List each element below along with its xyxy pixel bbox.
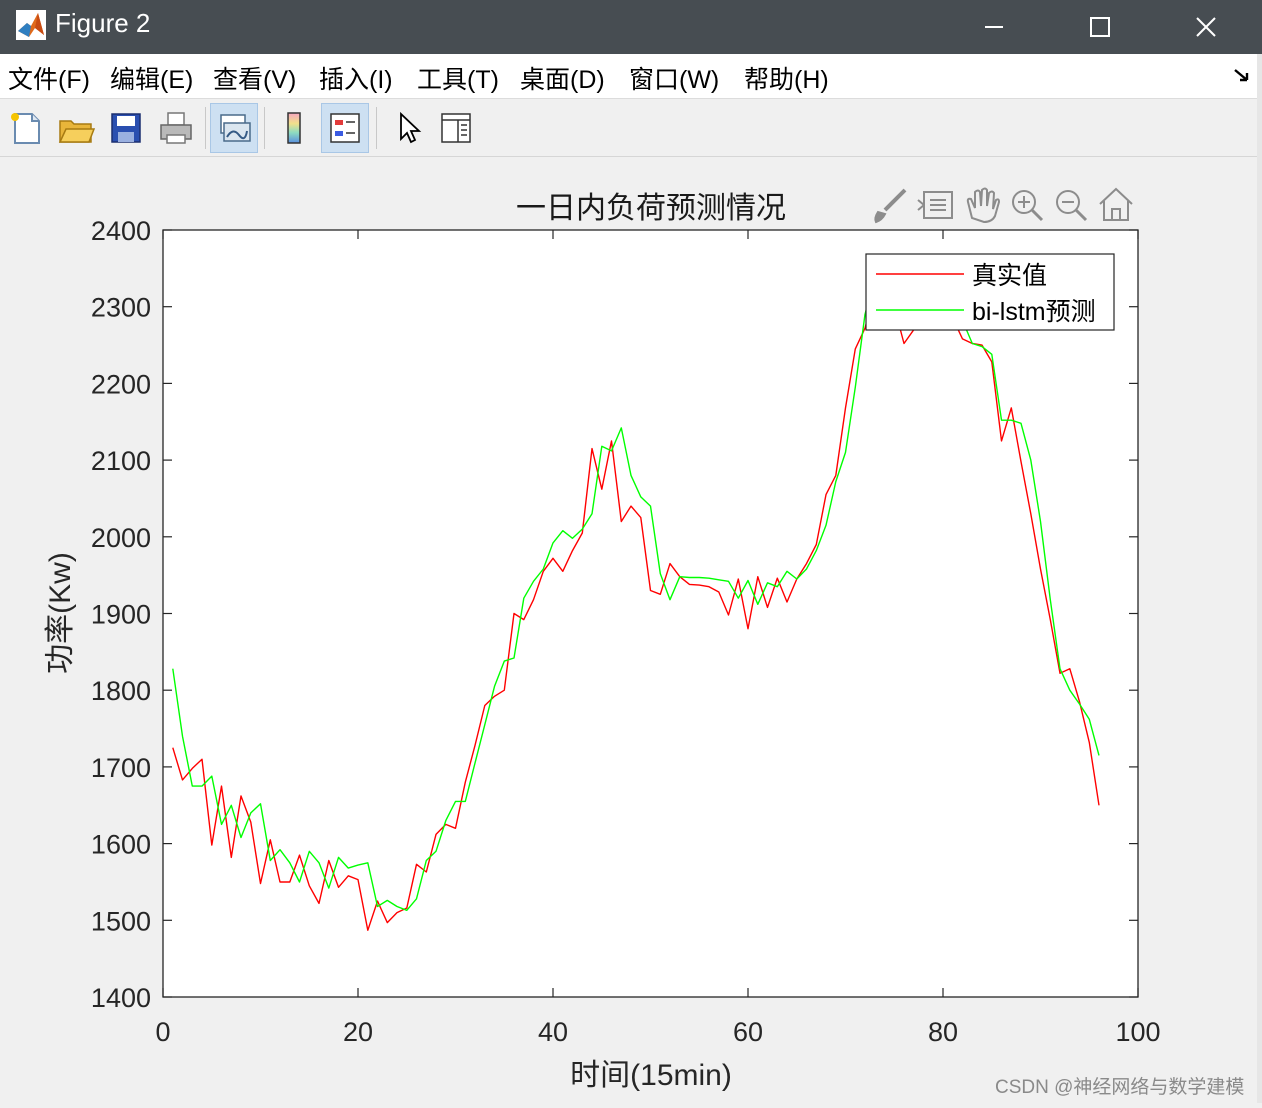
print-button[interactable] — [152, 103, 200, 153]
new-figure-icon — [11, 113, 40, 144]
x-tick-label: 100 — [1115, 1017, 1160, 1047]
figure-toolbar — [0, 99, 1262, 157]
y-axis-label: 功率(Kw) — [44, 552, 77, 674]
legend-label-pred: bi-lstm预测 — [972, 298, 1096, 326]
zoom-out-icon[interactable] — [1056, 190, 1088, 222]
x-tick-label: 0 — [155, 1017, 170, 1047]
brush-icon[interactable] — [874, 188, 907, 224]
open-file-button[interactable] — [52, 103, 100, 153]
pointer-button[interactable] — [383, 103, 431, 153]
menu-insert[interactable]: 插入(I) — [319, 60, 393, 96]
minimize-button[interactable] — [942, 0, 1046, 54]
window-title: Figure 2 — [55, 8, 151, 38]
y-tick-label: 2400 — [91, 216, 151, 246]
legend-label-real: 真实值 — [972, 262, 1047, 290]
save-icon — [111, 113, 141, 143]
maximize-icon — [1090, 17, 1110, 37]
property-editor-icon — [441, 113, 471, 143]
dock-arrow-icon[interactable] — [1232, 66, 1252, 86]
y-tick-label: 1500 — [91, 906, 151, 936]
axes-toolbar — [874, 187, 1133, 224]
figure-canvas: 1400 1500 1600 1700 1800 1900 2000 2100 2200 2300… — [0, 157, 1262, 1103]
menu-bar: 文件(F) 编辑(E) 查看(V) 插入(I) 工具(T) 桌面(D) 窗口(W… — [0, 54, 1262, 99]
link-plot-button[interactable] — [210, 103, 258, 153]
save-button[interactable] — [102, 103, 150, 153]
toolbar-separator — [205, 107, 206, 149]
legend[interactable]: 真实值 bi-lstm预测 — [865, 253, 1115, 331]
y-tick-label: 1600 — [91, 830, 151, 860]
x-tick-label: 60 — [733, 1017, 763, 1047]
property-editor-button[interactable] — [432, 103, 480, 153]
menu-window[interactable]: 窗口(W) — [629, 60, 719, 96]
chart-title: 一日内负荷预测情况 — [516, 191, 786, 226]
menu-view[interactable]: 查看(V) — [213, 60, 296, 96]
y-tick-label: 2100 — [91, 446, 151, 476]
home-icon[interactable] — [1099, 187, 1133, 221]
y-tick-label: 2300 — [91, 293, 151, 323]
pan-icon[interactable] — [966, 187, 1001, 224]
window-titlebar: Figure 2 — [0, 0, 1262, 54]
minimize-icon — [985, 26, 1003, 28]
print-icon — [160, 112, 192, 144]
toolbar-separator — [376, 107, 377, 149]
y-tick-label: 2000 — [91, 523, 151, 553]
close-icon — [1196, 17, 1216, 37]
colorbar-button[interactable] — [270, 103, 318, 153]
y-tick-label: 1400 — [91, 983, 151, 1013]
matlab-icon — [16, 10, 46, 40]
data-tip-icon[interactable] — [917, 191, 953, 219]
line-chart: 1400 1500 1600 1700 1800 1900 2000 2100 2200 2300… — [44, 187, 1161, 1092]
legend-button[interactable] — [321, 103, 369, 153]
x-tick-label: 40 — [538, 1017, 568, 1047]
maximize-button[interactable] — [1048, 0, 1152, 54]
pointer-icon — [400, 111, 422, 144]
close-button[interactable] — [1154, 0, 1258, 54]
open-file-icon — [58, 120, 95, 143]
axes-background — [163, 230, 1138, 997]
menu-edit[interactable]: 编辑(E) — [110, 60, 193, 96]
menu-help[interactable]: 帮助(H) — [744, 60, 829, 96]
menu-file[interactable]: 文件(F) — [8, 60, 90, 96]
menu-desktop[interactable]: 桌面(D) — [520, 60, 605, 96]
new-figure-button[interactable] — [2, 103, 50, 153]
x-tick-label: 80 — [928, 1017, 958, 1047]
y-tick-label: 1700 — [91, 753, 151, 783]
y-tick-label: 1800 — [91, 676, 151, 706]
zoom-in-icon[interactable] — [1012, 190, 1044, 222]
link-plot-icon — [220, 114, 251, 142]
x-axis-label: 时间(15min) — [570, 1059, 732, 1092]
legend-icon — [330, 113, 360, 143]
y-tick-label: 2200 — [91, 369, 151, 399]
toolbar-separator — [264, 107, 265, 149]
watermark: CSDN @神经网络与数学建模 — [995, 1077, 1245, 1098]
x-tick-label: 20 — [343, 1017, 373, 1047]
colorbar-icon — [287, 112, 301, 144]
menu-tools[interactable]: 工具(T) — [417, 60, 499, 96]
y-tick-label: 1900 — [91, 600, 151, 630]
